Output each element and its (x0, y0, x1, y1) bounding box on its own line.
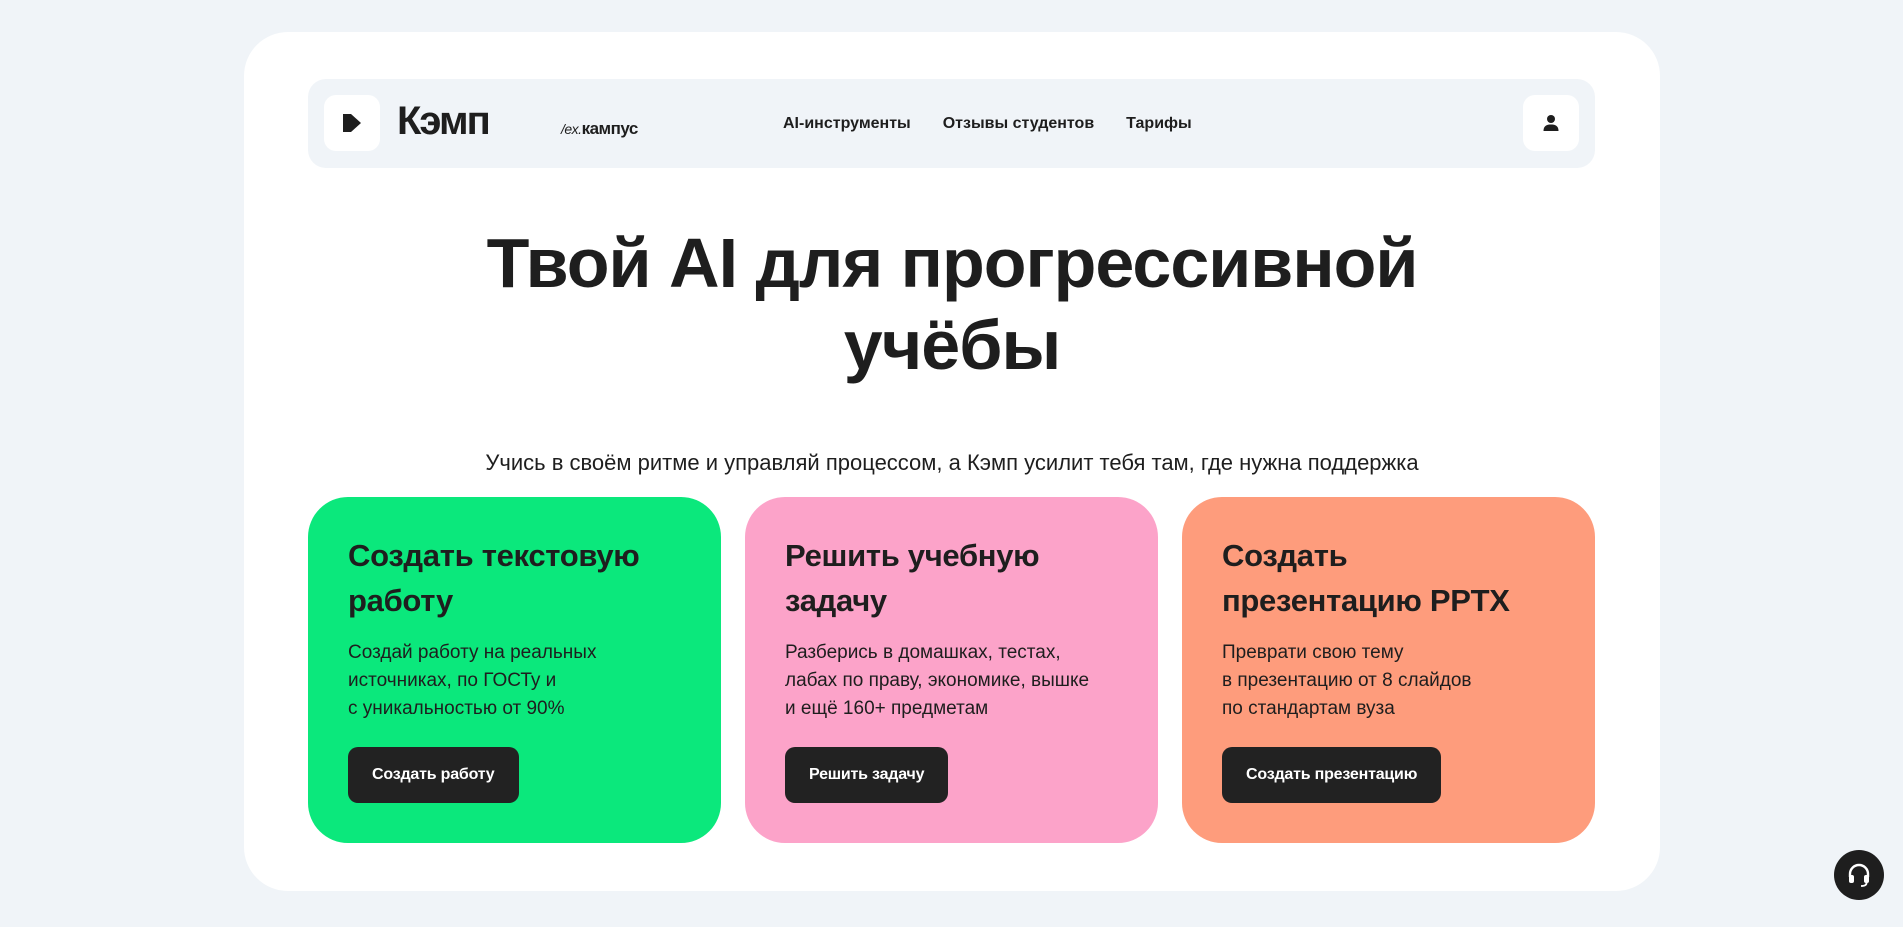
user-icon (1543, 115, 1559, 131)
hero-title: Твой AI для прогрессивной учёбы (244, 222, 1660, 386)
brand-former-name: /ex.кампус (561, 119, 638, 139)
hero-title-line2: учёбы (843, 306, 1062, 384)
card-title: Решить учебную задачу (785, 538, 1040, 618)
main-frame: Кэмп /ex.кампус AI-инструменты Отзывы ст… (244, 32, 1660, 891)
card-title: Создать текстовую работу (348, 538, 640, 618)
headset-icon (1848, 863, 1870, 887)
create-presentation-button[interactable]: Создать презентацию (1222, 747, 1442, 803)
main-nav: AI-инструменты Отзывы студентов Тарифы (783, 79, 1192, 168)
card-solve-task: Решить учебную задачу Разберись в домашк… (745, 497, 1158, 843)
card-text-work: Создать текстовую работу Создай работу н… (308, 497, 721, 843)
card-description: Создай работу на реальных источниках, по… (348, 642, 597, 719)
brand-name: Кэмп (397, 99, 491, 143)
logo-button[interactable] (324, 95, 380, 151)
nav-pricing[interactable]: Тарифы (1126, 115, 1192, 133)
hero-title-line1: Твой AI для прогрессивной (486, 224, 1419, 302)
hero-subtitle: Учись в своём ритме и управляй процессом… (485, 450, 1419, 475)
nav-ai-tools[interactable]: AI-инструменты (783, 115, 911, 133)
profile-button[interactable] (1523, 95, 1579, 151)
brand-ex-prefix: /ex. (561, 121, 582, 137)
support-chat-button[interactable] (1834, 850, 1884, 900)
card-description: Разберись в домашках, тестах, лабах по п… (785, 642, 1090, 719)
card-presentation: Создать презентацию PPTX Преврати свою т… (1182, 497, 1595, 843)
card-description: Преврати свою тему в презентацию от 8 сл… (1222, 642, 1472, 719)
logo-k-icon (343, 114, 361, 132)
nav-student-reviews[interactable]: Отзывы студентов (943, 115, 1094, 133)
solve-task-button[interactable]: Решить задачу (785, 747, 949, 803)
card-title: Создать презентацию PPTX (1222, 538, 1510, 618)
brand-ex-name: кампус (581, 119, 639, 138)
create-work-button[interactable]: Создать работу (348, 747, 519, 803)
header: Кэмп /ex.кампус AI-инструменты Отзывы ст… (308, 79, 1595, 168)
